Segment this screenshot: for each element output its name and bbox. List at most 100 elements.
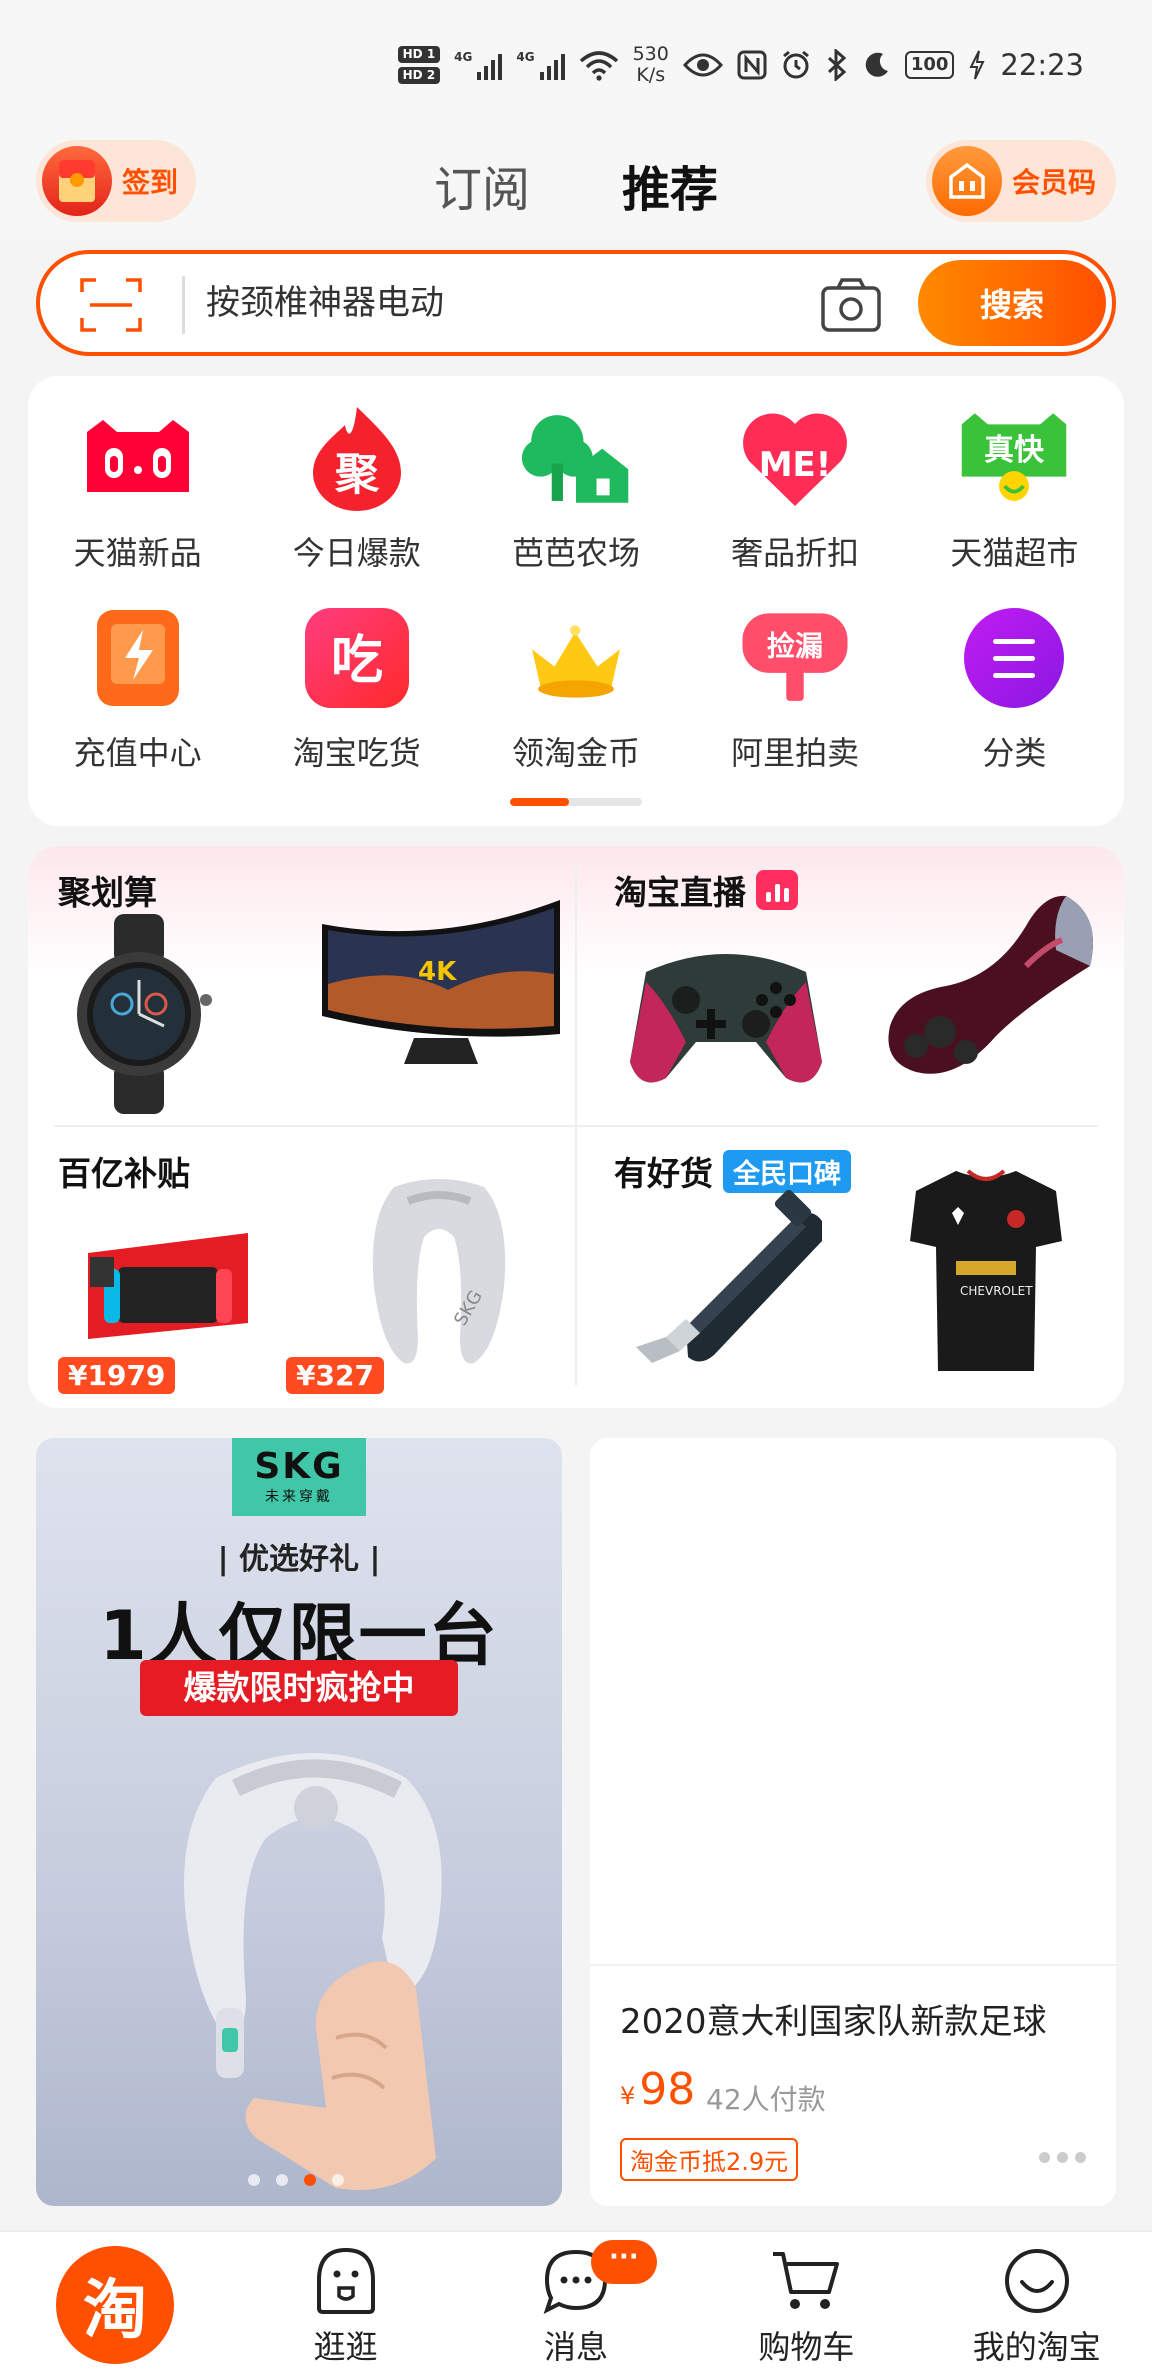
category-row: 充值中心 吃 淘宝吃货 领淘金币 捡漏 阿里拍卖 分类 (28, 602, 1124, 774)
signal-icon: 4G (516, 50, 565, 80)
hd-indicator: HD 1 HD 2 (397, 46, 441, 84)
promo-taobao-live[interactable]: 淘宝直播 (576, 846, 1124, 1127)
hd1-label: HD 1 (397, 46, 441, 63)
category-tmall-supermarket[interactable]: 真快 天猫超市 (905, 402, 1124, 574)
camera-icon[interactable] (820, 276, 882, 334)
category-grid: 天猫新品 聚 今日爆款 芭芭农场 ME! 奢品折扣 真快 天猫超市 充值中心 吃… (28, 376, 1124, 826)
smartwatch-image (77, 914, 212, 1114)
feed-product-card[interactable]: 2020意大利国家队新款足球 ¥ 98 42人付款 淘金币抵2.9元 (590, 1438, 1116, 2206)
brand-name: SKG (254, 1446, 344, 1487)
price-tag: ¥327 (286, 1357, 384, 1394)
store-icon (932, 146, 1002, 216)
feed-ad-card[interactable]: SKG 未来穿戴 | 优选好礼 | 1人仅限一台 爆款限时疯抢中 (36, 1438, 562, 2206)
price-value: 98 (639, 2064, 696, 2115)
live-title: 淘宝直播 (614, 873, 746, 912)
speed-unit: K/s (636, 64, 666, 86)
nav-home[interactable]: 淘 (0, 2232, 230, 2376)
search-divider (182, 276, 185, 334)
promo-panels: 聚划算 4K 淘宝直播 百亿补贴 ¥1979 SKG ¥327 有好货 全民口碑… (28, 846, 1124, 1408)
more-options-icon[interactable] (1039, 2152, 1086, 2163)
status-bar: HD 1 HD 2 4G 4G 530 K/s 100 22:23 (0, 0, 1152, 130)
tmall-cat-icon (82, 402, 194, 514)
category-foodie[interactable]: 吃 淘宝吃货 (247, 602, 466, 774)
category-label: 阿里拍卖 (731, 734, 860, 772)
scan-icon[interactable] (80, 276, 142, 334)
promo-title: 聚划算 (58, 866, 157, 914)
game-controller-image (630, 954, 822, 1083)
massager-image (888, 895, 1093, 1074)
tab-subscribe[interactable]: 订阅 (434, 150, 530, 220)
alarm-icon (782, 50, 809, 79)
status-icons: HD 1 HD 2 4G 4G 530 K/s 100 22:23 (397, 38, 1084, 92)
moon-icon (865, 52, 888, 77)
category-page-indicator (510, 798, 642, 806)
tab-recommend[interactable]: 推荐 (622, 150, 718, 220)
category-luxury-discount[interactable]: ME! 奢品折扣 (686, 402, 905, 574)
category-gold-coins[interactable]: 领淘金币 (466, 602, 685, 774)
category-today-hot[interactable]: 聚 今日爆款 (247, 402, 466, 574)
category-tmall-new[interactable]: 天猫新品 (28, 402, 247, 574)
football-jersey-image: CHEVROLET (910, 1169, 1062, 1371)
eye-icon (682, 53, 723, 77)
carousel-dot (332, 2174, 344, 2186)
category-ali-auction[interactable]: 捡漏 阿里拍卖 (686, 602, 905, 774)
ju-flame-icon: 聚 (301, 402, 413, 514)
nav-cart[interactable]: 购物车 (691, 2232, 921, 2376)
wifi-icon (579, 51, 618, 81)
member-code-label: 会员码 (1012, 166, 1097, 199)
promo-title: 百亿补贴 (58, 1147, 190, 1195)
nav-discover[interactable]: 逛逛 (230, 2232, 460, 2376)
promo-good-goods[interactable]: 有好货 全民口碑 CHEVROLET (576, 1127, 1124, 1408)
farm-tree-icon (520, 402, 632, 514)
product-image (590, 1438, 1116, 1964)
charging-icon (969, 50, 985, 80)
search-bar[interactable]: 按颈椎神器电动 搜索 (36, 250, 1116, 356)
category-label: 奢品折扣 (731, 534, 860, 572)
signal-icon: 4G (454, 50, 503, 80)
category-baba-farm[interactable]: 芭芭农场 (466, 402, 685, 574)
taobao-home-icon[interactable]: 淘 (56, 2246, 174, 2364)
ad-banner: 爆款限时疯抢中 (140, 1660, 458, 1716)
category-label: 芭芭农场 (511, 534, 640, 572)
header: 签到 订阅 推荐 会员码 (0, 130, 1152, 240)
neck-massager-hand-image (184, 1753, 442, 2190)
recharge-icon (82, 602, 194, 714)
category-recharge[interactable]: 充值中心 (28, 602, 247, 774)
bottom-nav: 淘 逛逛 ··· 消息 购物车 我的淘宝 (0, 2230, 1152, 2376)
signal1-label: 4G (454, 50, 473, 64)
clock: 22:23 (1000, 48, 1084, 82)
search-input[interactable]: 按颈椎神器电动 (206, 254, 444, 352)
product-info: 2020意大利国家队新款足球 ¥ 98 42人付款 淘金币抵2.9元 (590, 1964, 1116, 2206)
category-label: 淘宝吃货 (292, 734, 421, 772)
promo-title: 淘宝直播 (614, 866, 798, 914)
carousel-dot-active (304, 2174, 316, 2186)
category-all[interactable]: 分类 (905, 602, 1124, 774)
promo-subsidy[interactable]: 百亿补贴 ¥1979 SKG ¥327 (28, 1127, 576, 1408)
product-title: 2020意大利国家队新款足球 (620, 2002, 1047, 2042)
live-bars-icon (756, 870, 798, 910)
message-badge: ··· (590, 2240, 657, 2284)
currency-symbol: ¥ (620, 2082, 636, 2110)
carousel-dot (248, 2174, 260, 2186)
gold-crown-icon (520, 602, 632, 714)
brand-logo: SKG 未来穿戴 (232, 1438, 366, 1516)
category-label: 今日爆款 (292, 534, 421, 572)
nfc-icon (737, 50, 767, 80)
sales-count: 42人付款 (706, 2083, 826, 2116)
category-row: 天猫新品 聚 今日爆款 芭芭农场 ME! 奢品折扣 真快 天猫超市 (28, 402, 1124, 574)
member-code-button[interactable]: 会员码 (926, 140, 1116, 222)
nav-label: 消息 (543, 2328, 608, 2366)
bluetooth-icon (827, 49, 847, 81)
food-icon: 吃 (301, 602, 413, 714)
search-button[interactable]: 搜索 (918, 260, 1106, 346)
nav-label: 逛逛 (313, 2328, 378, 2366)
juhuasuan-title: 聚划算 (58, 873, 157, 912)
ju-glyph: 聚 (334, 449, 380, 500)
nav-my-taobao[interactable]: 我的淘宝 (922, 2232, 1152, 2376)
nav-messages[interactable]: ··· 消息 (461, 2232, 691, 2376)
category-label: 天猫超市 (950, 534, 1079, 572)
promo-juhuasuan[interactable]: 聚划算 4K (28, 846, 576, 1127)
usb-adapter-image (636, 1189, 822, 1363)
tmall-supermarket-glyph: 真快 (984, 433, 1045, 468)
tmall-supermarket-icon: 真快 (958, 402, 1070, 514)
